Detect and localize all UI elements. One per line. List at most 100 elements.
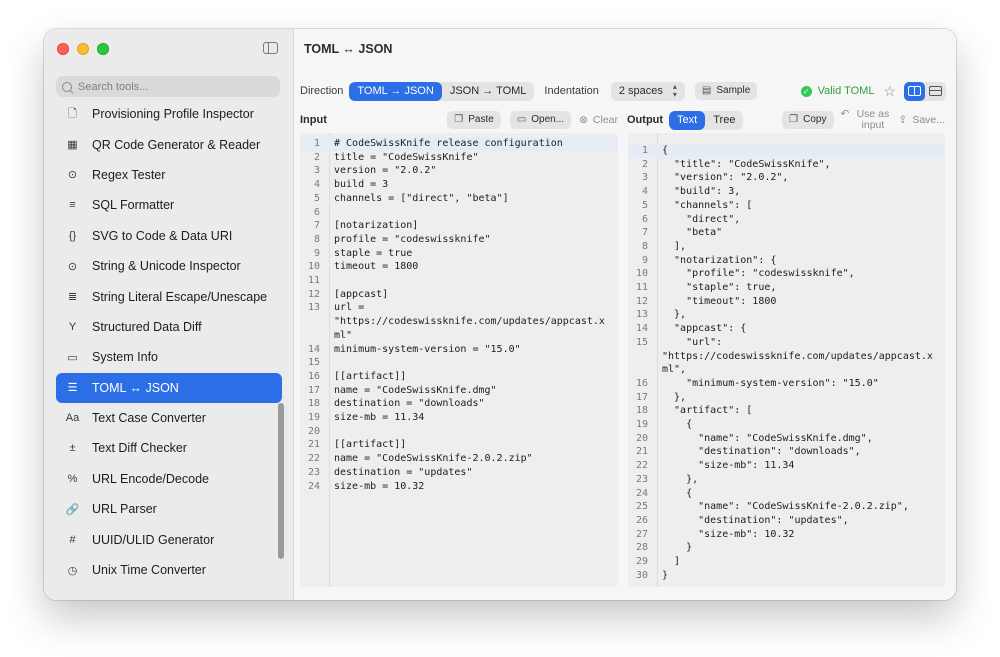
- line-number: 4: [313, 179, 320, 191]
- code-line: 9 "notarization": {: [628, 254, 945, 268]
- sidebar-item[interactable]: ▭ System Info: [56, 342, 282, 372]
- code-text: ml",: [662, 364, 687, 376]
- sidebar-item-label: UUID/ULID Generator: [92, 532, 215, 547]
- code-line: 4 build = 3: [300, 178, 618, 192]
- code-line: 27 "size-mb": 10.32: [628, 528, 945, 542]
- code-line: 18 destination = "downloads": [300, 397, 618, 411]
- sidebar-item-label: SVG to Code & Data URI: [92, 228, 233, 243]
- code-text: channels = ["direct", "beta"]: [334, 192, 509, 204]
- sidebar-item-label: Regex Tester: [92, 167, 166, 182]
- sidebar-item[interactable]: ◷ Unix Time Converter: [56, 555, 282, 585]
- chevron-up-down-icon: ▴ ▾: [672, 82, 677, 99]
- code-text: },: [662, 391, 687, 403]
- code-line: 1{: [628, 144, 945, 158]
- code-line: 20 "name": "CodeSwissKnife.dmg",: [628, 432, 945, 446]
- line-number: 27: [635, 528, 648, 540]
- qrcode-icon: ▦: [67, 139, 78, 152]
- minimize-window-button[interactable]: [77, 43, 89, 55]
- sidebar-item[interactable]: ≡ SQL Formatter: [56, 190, 282, 220]
- sidebar-item[interactable]: ☰ TOML ↔ JSON: [56, 372, 282, 403]
- folder-icon: ▭: [516, 114, 527, 125]
- direction-option-toml-to-json[interactable]: TOML → JSON: [349, 81, 442, 101]
- sidebar-item[interactable]: Y Structured Data Diff: [56, 312, 282, 342]
- input-editor[interactable]: 1 # CodeSwissKnife release configuration 2…: [300, 133, 618, 587]
- sliders-icon: ☰: [67, 382, 78, 395]
- line-number: 24: [307, 480, 320, 492]
- direction-option-json-to-toml[interactable]: JSON → TOML: [442, 82, 535, 101]
- document-icon: ▤: [701, 85, 712, 96]
- layout-side-by-side-button[interactable]: [904, 81, 925, 101]
- line-number: 9: [313, 247, 320, 259]
- curly-braces-icon: {}: [68, 229, 77, 242]
- line-number: 15: [307, 357, 320, 369]
- sidebar-item-label: Structured Data Diff: [92, 319, 202, 334]
- code-line: "https://codeswissknife.com/updates/appc…: [628, 350, 945, 364]
- line-number: 12: [307, 288, 320, 300]
- code-line: 7 [notarization]: [300, 219, 618, 233]
- zoom-window-button[interactable]: [97, 43, 109, 55]
- clear-button[interactable]: ⊗ Clear: [579, 114, 618, 126]
- save-button[interactable]: ⇪ Save...: [899, 114, 946, 126]
- sidebar-item[interactable]: 🔗 URL Parser: [56, 494, 282, 524]
- sidebar-item-label: Unix Time Converter: [92, 563, 206, 578]
- view-option-text[interactable]: Text: [669, 110, 706, 130]
- code-line: 6: [300, 206, 618, 220]
- output-editor[interactable]: 1{2 "title": "CodeSwissKnife", 3 "version…: [628, 133, 945, 587]
- line-number: 19: [307, 412, 320, 423]
- line-number: 12: [635, 295, 648, 307]
- line-number: 18: [307, 398, 320, 410]
- sidebar-toggle-icon[interactable]: [263, 42, 278, 54]
- search-input[interactable]: [78, 80, 268, 93]
- open-button[interactable]: ▭ Open...: [509, 111, 572, 129]
- code-text: {: [662, 145, 669, 156]
- indentation-select[interactable]: 2 spaces ▴ ▾: [610, 81, 685, 101]
- number-square-icon: #: [69, 533, 76, 546]
- sidebar-item[interactable]: % URL Encode/Decode: [56, 464, 282, 494]
- line-number: 4: [641, 186, 648, 198]
- favorite-star-icon[interactable]: ☆: [883, 83, 896, 100]
- share-icon: ⇪: [898, 114, 908, 126]
- sidebar-item[interactable]: # UUID/ULID Generator: [56, 524, 282, 554]
- code-line: 8 ],: [628, 240, 945, 254]
- document-lock-icon: 🗋: [68, 107, 77, 120]
- code-text: profile = "codeswissknife": [334, 233, 491, 245]
- code-line: "https://codeswissknife.com/updates/appc…: [300, 315, 618, 329]
- layout-toggle: [904, 81, 946, 101]
- sidebar-item[interactable]: 🗋 Provisioning Profile Inspector: [56, 99, 282, 129]
- direction-label: Direction: [300, 85, 344, 97]
- layout-stacked-button[interactable]: [925, 82, 946, 101]
- sidebar-item[interactable]: ≣ String Literal Escape/Unescape: [56, 281, 282, 311]
- code-line: 18 "artifact": [: [628, 404, 945, 418]
- sidebar-item[interactable]: Aa Text Case Converter: [56, 403, 282, 433]
- close-window-button[interactable]: [57, 43, 69, 55]
- sidebar-item[interactable]: {} SVG to Code & Data URI: [56, 221, 282, 251]
- sidebar-item[interactable]: ▦ QR Code Generator & Reader: [56, 129, 282, 159]
- sidebar-item[interactable]: ± Text Diff Checker: [56, 433, 282, 463]
- code-line: 3 "version": "2.0.2",: [628, 171, 945, 185]
- split-vertical-icon: [908, 86, 921, 96]
- save-button-label: Save...: [912, 114, 945, 126]
- code-text: "version": "2.0.2",: [662, 172, 789, 184]
- line-number: 13: [635, 309, 648, 321]
- copy-button[interactable]: ❐ Copy: [782, 111, 834, 129]
- sidebar-item[interactable]: ⊙ String & Unicode Inspector: [56, 251, 282, 281]
- view-option-tree[interactable]: Tree: [705, 111, 743, 130]
- line-number: 6: [313, 206, 320, 218]
- code-line: 2 "title": "CodeSwissKnife",: [628, 158, 945, 172]
- code-line: 16 "minimum-system-version": "15.0": [628, 377, 945, 391]
- line-number: 5: [313, 192, 320, 204]
- use-as-input-button[interactable]: ↶ Use as input: [841, 109, 893, 131]
- line-number: 9: [641, 254, 648, 266]
- magnifier-icon: ⊙: [67, 169, 78, 182]
- sidebar-item-label: System Info: [92, 350, 158, 365]
- sample-button[interactable]: ▤ Sample: [694, 82, 758, 100]
- sidebar-scrollbar[interactable]: [278, 403, 284, 559]
- paste-button[interactable]: ❐ Paste: [447, 111, 501, 129]
- code-text: timeout = 1800: [334, 261, 419, 273]
- line-number: 29: [635, 556, 648, 567]
- sidebar-item-label: URL Encode/Decode: [92, 471, 209, 486]
- code-line: 29 ]: [628, 555, 945, 569]
- search-field[interactable]: [56, 76, 280, 97]
- code-line: 16 [[artifact]]: [300, 370, 618, 384]
- sidebar-item[interactable]: ⊙ Regex Tester: [56, 160, 282, 190]
